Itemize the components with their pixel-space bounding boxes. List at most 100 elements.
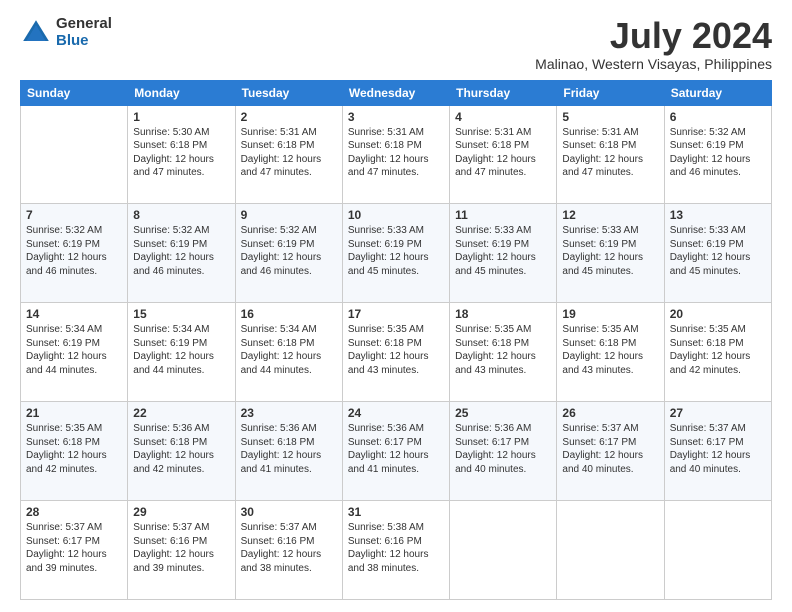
day-info: Sunrise: 5:31 AMSunset: 6:18 PMDaylight:… (562, 126, 658, 180)
calendar-cell: 18 Sunrise: 5:35 AMSunset: 6:18 PMDayligh… (450, 303, 557, 402)
page: General Blue July 2024 Malinao, Western … (0, 0, 792, 612)
day-info: Sunrise: 5:34 AMSunset: 6:19 PMDaylight:… (26, 323, 122, 377)
header: General Blue July 2024 Malinao, Western … (20, 16, 772, 72)
calendar-header-row: SundayMondayTuesdayWednesdayThursdayFrid… (21, 80, 772, 105)
day-number: 12 (562, 208, 658, 222)
day-info: Sunrise: 5:33 AMSunset: 6:19 PMDaylight:… (455, 224, 551, 278)
calendar-header-tuesday: Tuesday (235, 80, 342, 105)
day-number: 2 (241, 110, 337, 124)
subtitle: Malinao, Western Visayas, Philippines (535, 56, 772, 72)
day-info: Sunrise: 5:33 AMSunset: 6:19 PMDaylight:… (670, 224, 766, 278)
logo-general: General (56, 16, 112, 33)
title-block: July 2024 Malinao, Western Visayas, Phil… (535, 16, 772, 72)
calendar-cell: 28Sunrise: 5:37 AMSunset: 6:17 PMDayligh… (21, 501, 128, 600)
day-number: 7 (26, 208, 122, 222)
day-info: Sunrise: 5:35 AMSunset: 6:18 PMDaylight:… (562, 323, 658, 377)
day-number: 10 (348, 208, 444, 222)
day-number: 25 (455, 406, 551, 420)
calendar-cell: 25 Sunrise: 5:36 AMSunset: 6:17 PMDayligh… (450, 402, 557, 501)
calendar-cell: 12 Sunrise: 5:33 AMSunset: 6:19 PMDayligh… (557, 204, 664, 303)
logo-blue: Blue (56, 33, 112, 50)
day-info: Sunrise: 5:37 AMSunset: 6:16 PMDaylight:… (133, 521, 229, 575)
calendar-cell: 31 Sunrise: 5:38 AMSunset: 6:16 PMDayligh… (342, 501, 449, 600)
day-info: Sunrise: 5:30 AMSunset: 6:18 PMDaylight:… (133, 126, 229, 180)
day-info: Sunrise: 5:32 AMSunset: 6:19 PMDaylight:… (133, 224, 229, 278)
day-number: 5 (562, 110, 658, 124)
calendar-week-row: 7 Sunrise: 5:32 AMSunset: 6:19 PMDaylight… (21, 204, 772, 303)
calendar-cell: 8 Sunrise: 5:32 AMSunset: 6:19 PMDaylight… (128, 204, 235, 303)
day-number: 24 (348, 406, 444, 420)
calendar-cell: 24 Sunrise: 5:36 AMSunset: 6:17 PMDayligh… (342, 402, 449, 501)
day-number: 8 (133, 208, 229, 222)
calendar-cell: 11 Sunrise: 5:33 AMSunset: 6:19 PMDayligh… (450, 204, 557, 303)
day-info: Sunrise: 5:31 AMSunset: 6:18 PMDaylight:… (348, 126, 444, 180)
main-title: July 2024 (535, 16, 772, 56)
day-number: 27 (670, 406, 766, 420)
day-info: Sunrise: 5:33 AMSunset: 6:19 PMDaylight:… (562, 224, 658, 278)
day-number: 15 (133, 307, 229, 321)
day-number: 17 (348, 307, 444, 321)
calendar-cell (664, 501, 771, 600)
day-info: Sunrise: 5:34 AMSunset: 6:19 PMDaylight:… (133, 323, 229, 377)
day-number: 30 (241, 505, 337, 519)
calendar-cell: 30Sunrise: 5:37 AMSunset: 6:16 PMDayligh… (235, 501, 342, 600)
day-info: Sunrise: 5:31 AMSunset: 6:18 PMDaylight:… (455, 126, 551, 180)
day-number: 14 (26, 307, 122, 321)
day-info: Sunrise: 5:38 AMSunset: 6:16 PMDaylight:… (348, 521, 444, 575)
calendar-week-row: 21 Sunrise: 5:35 AMSunset: 6:18 PMDayligh… (21, 402, 772, 501)
calendar-cell: 6Sunrise: 5:32 AMSunset: 6:19 PMDaylight… (664, 105, 771, 204)
calendar-cell (450, 501, 557, 600)
calendar-week-row: 14 Sunrise: 5:34 AMSunset: 6:19 PMDayligh… (21, 303, 772, 402)
day-number: 26 (562, 406, 658, 420)
day-number: 16 (241, 307, 337, 321)
calendar-week-row: 1 Sunrise: 5:30 AMSunset: 6:18 PMDaylight… (21, 105, 772, 204)
logo: General Blue (20, 16, 112, 49)
day-info: Sunrise: 5:32 AMSunset: 6:19 PMDaylight:… (241, 224, 337, 278)
day-number: 21 (26, 406, 122, 420)
calendar-cell: 4 Sunrise: 5:31 AMSunset: 6:18 PMDaylight… (450, 105, 557, 204)
day-info: Sunrise: 5:34 AMSunset: 6:18 PMDaylight:… (241, 323, 337, 377)
calendar-cell: 29 Sunrise: 5:37 AMSunset: 6:16 PMDayligh… (128, 501, 235, 600)
day-info: Sunrise: 5:32 AMSunset: 6:19 PMDaylight:… (26, 224, 122, 278)
day-number: 29 (133, 505, 229, 519)
day-info: Sunrise: 5:36 AMSunset: 6:17 PMDaylight:… (455, 422, 551, 476)
day-info: Sunrise: 5:31 AMSunset: 6:18 PMDaylight:… (241, 126, 337, 180)
calendar-cell: 19 Sunrise: 5:35 AMSunset: 6:18 PMDayligh… (557, 303, 664, 402)
calendar-header-friday: Friday (557, 80, 664, 105)
logo-icon (20, 17, 52, 49)
day-info: Sunrise: 5:36 AMSunset: 6:18 PMDaylight:… (241, 422, 337, 476)
calendar-cell: 1 Sunrise: 5:30 AMSunset: 6:18 PMDaylight… (128, 105, 235, 204)
day-info: Sunrise: 5:35 AMSunset: 6:18 PMDaylight:… (455, 323, 551, 377)
day-info: Sunrise: 5:35 AMSunset: 6:18 PMDaylight:… (26, 422, 122, 476)
day-info: Sunrise: 5:36 AMSunset: 6:17 PMDaylight:… (348, 422, 444, 476)
day-number: 9 (241, 208, 337, 222)
day-number: 22 (133, 406, 229, 420)
calendar-cell: 5 Sunrise: 5:31 AMSunset: 6:18 PMDaylight… (557, 105, 664, 204)
day-info: Sunrise: 5:37 AMSunset: 6:17 PMDaylight:… (26, 521, 122, 575)
day-number: 6 (670, 110, 766, 124)
calendar-cell: 22 Sunrise: 5:36 AMSunset: 6:18 PMDayligh… (128, 402, 235, 501)
day-number: 13 (670, 208, 766, 222)
calendar-header-saturday: Saturday (664, 80, 771, 105)
calendar-header-monday: Monday (128, 80, 235, 105)
calendar-cell: 17Sunrise: 5:35 AMSunset: 6:18 PMDayligh… (342, 303, 449, 402)
day-number: 1 (133, 110, 229, 124)
day-number: 23 (241, 406, 337, 420)
day-info: Sunrise: 5:37 AMSunset: 6:17 PMDaylight:… (562, 422, 658, 476)
calendar-header-wednesday: Wednesday (342, 80, 449, 105)
calendar-cell: 7 Sunrise: 5:32 AMSunset: 6:19 PMDaylight… (21, 204, 128, 303)
day-number: 19 (562, 307, 658, 321)
day-number: 18 (455, 307, 551, 321)
calendar-cell (21, 105, 128, 204)
day-number: 11 (455, 208, 551, 222)
calendar-cell: 16 Sunrise: 5:34 AMSunset: 6:18 PMDayligh… (235, 303, 342, 402)
calendar-cell: 27Sunrise: 5:37 AMSunset: 6:17 PMDayligh… (664, 402, 771, 501)
day-number: 4 (455, 110, 551, 124)
calendar-cell: 21 Sunrise: 5:35 AMSunset: 6:18 PMDayligh… (21, 402, 128, 501)
day-number: 31 (348, 505, 444, 519)
calendar-cell: 10Sunrise: 5:33 AMSunset: 6:19 PMDayligh… (342, 204, 449, 303)
day-info: Sunrise: 5:36 AMSunset: 6:18 PMDaylight:… (133, 422, 229, 476)
calendar-cell: 9 Sunrise: 5:32 AMSunset: 6:19 PMDaylight… (235, 204, 342, 303)
day-info: Sunrise: 5:35 AMSunset: 6:18 PMDaylight:… (670, 323, 766, 377)
calendar-cell: 20Sunrise: 5:35 AMSunset: 6:18 PMDayligh… (664, 303, 771, 402)
